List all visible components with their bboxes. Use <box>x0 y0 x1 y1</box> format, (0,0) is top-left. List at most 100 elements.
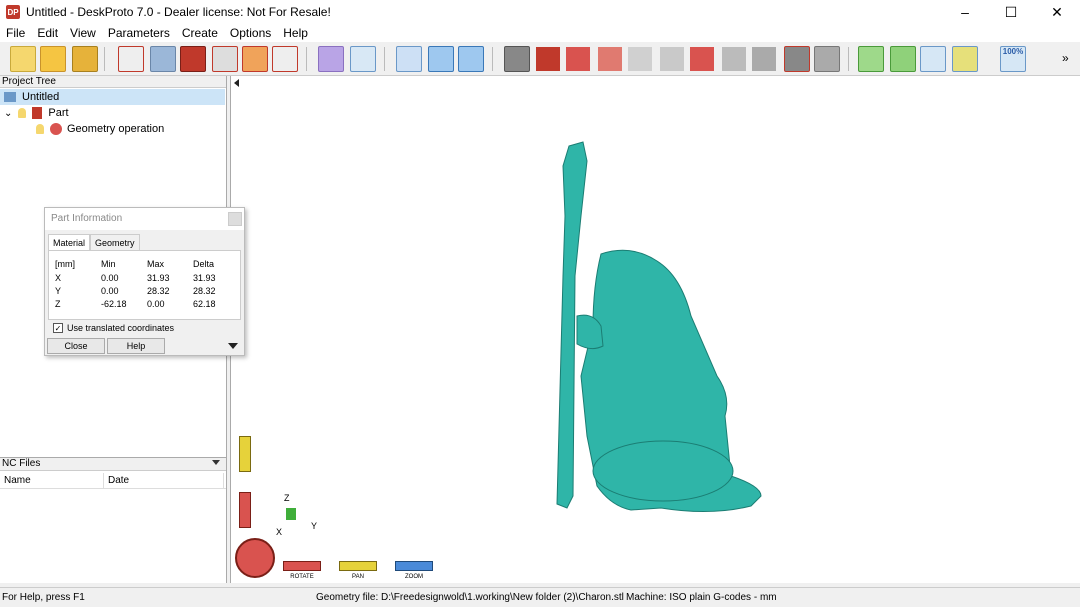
row-x-min: 0.00 <box>101 273 119 283</box>
charon-model <box>556 141 762 513</box>
3d-viewport[interactable]: Z Y X ROTATE PAN ZOOM <box>230 76 1080 583</box>
drawing-icon[interactable] <box>242 46 268 72</box>
camera-icon[interactable] <box>504 46 530 72</box>
project-icon <box>4 92 16 102</box>
nc-files-title: NC Files <box>2 458 41 469</box>
row-x-delta: 31.93 <box>193 273 216 283</box>
row-y-min: 0.00 <box>101 286 119 296</box>
help-button[interactable]: Help <box>107 338 165 354</box>
pan-wheel[interactable] <box>339 561 377 571</box>
axis-x-label: X <box>276 527 283 537</box>
view-iso2-icon[interactable] <box>752 47 776 71</box>
close-dialog-button[interactable]: Close <box>47 338 105 354</box>
view-print-icon[interactable] <box>814 46 840 72</box>
rotate-tool-icon[interactable] <box>858 46 884 72</box>
chevron-down-icon[interactable]: ⌄ <box>4 108 12 119</box>
row-y-axis: Y <box>55 286 62 296</box>
part-icon <box>32 107 43 119</box>
rotate-dial[interactable] <box>235 538 275 578</box>
row-z-axis: Z <box>55 299 61 309</box>
dialog-close-icon[interactable] <box>228 212 242 226</box>
dimension-table: [mm] Min Max Delta X 0.00 31.93 31.93 Y … <box>48 250 241 320</box>
view-front-icon[interactable] <box>536 47 560 71</box>
expand-dialog-icon[interactable] <box>228 343 238 349</box>
part-information-dialog: Part Information Material Geometry [mm] … <box>44 207 245 356</box>
inspect-icon[interactable] <box>350 46 376 72</box>
row-z-delta: 62.18 <box>193 299 216 309</box>
tab-geometry[interactable]: Geometry <box>90 234 140 250</box>
header-unit: [mm] <box>55 259 75 269</box>
nc-files-header: NC Files <box>0 457 226 471</box>
view-reset-icon[interactable] <box>784 46 810 72</box>
view-top-icon[interactable] <box>660 47 684 71</box>
status-geometry-file: Geometry file: D:\Freedesignwold\1.worki… <box>316 592 624 603</box>
nc-files-columns: Name Date <box>0 473 226 489</box>
menu-edit[interactable]: Edit <box>31 26 64 40</box>
translated-coordinates-label: Use translated coordinates <box>67 323 175 333</box>
window-layout-icon[interactable] <box>428 46 454 72</box>
nc-files-dropdown-icon[interactable] <box>212 460 220 465</box>
write-nc-icon[interactable] <box>272 46 298 72</box>
menu-file[interactable]: File <box>0 26 31 40</box>
rotate-label: ROTATE <box>290 574 314 580</box>
view-iso-icon[interactable] <box>722 47 746 71</box>
close-button[interactable]: ✕ <box>1034 0 1080 24</box>
lightbulb-icon[interactable] <box>36 124 44 134</box>
zoom-window-icon[interactable] <box>952 46 978 72</box>
row-z-min: -62.18 <box>101 299 127 309</box>
info-icon[interactable] <box>396 46 422 72</box>
status-machine: Machine: ISO plain G-codes - mm <box>626 592 777 603</box>
row-x-axis: X <box>55 273 62 283</box>
part-parameters-icon[interactable] <box>150 46 176 72</box>
tree-item-untitled[interactable]: Untitled <box>0 89 225 105</box>
simulation-icon[interactable] <box>318 46 344 72</box>
menu-help[interactable]: Help <box>277 26 314 40</box>
toolbar-overflow-button[interactable]: » <box>1062 51 1069 65</box>
maximize-button[interactable]: ☐ <box>988 0 1034 24</box>
menu-bar: File Edit View Parameters Create Options… <box>0 24 1080 42</box>
menu-create[interactable]: Create <box>176 26 224 40</box>
tree-item-operation[interactable]: Geometry operation <box>36 121 164 137</box>
rotate-wheel[interactable] <box>283 561 321 571</box>
zoom-wheel[interactable] <box>395 561 433 571</box>
operation-error-icon <box>50 123 62 135</box>
tilt-wheel[interactable] <box>239 492 251 528</box>
view-back-icon[interactable] <box>566 47 590 71</box>
zoom-label: ZOOM <box>405 574 423 580</box>
tree-item-part[interactable]: ⌄ Part <box>4 105 69 121</box>
status-help: For Help, press F1 <box>2 592 85 603</box>
tab-material[interactable]: Material <box>48 234 91 250</box>
translated-coordinates-option[interactable]: ✓ Use translated coordinates <box>53 323 174 333</box>
operation-icon[interactable] <box>180 46 206 72</box>
menu-options[interactable]: Options <box>224 26 277 40</box>
save-icon[interactable] <box>72 46 98 72</box>
open-folder-icon[interactable] <box>40 46 66 72</box>
view-right-icon[interactable] <box>628 47 652 71</box>
model-render <box>556 141 762 513</box>
header-max: Max <box>147 259 165 269</box>
pan-tool-icon[interactable] <box>890 46 916 72</box>
status-bar: For Help, press F1 Geometry file: D:\Fre… <box>0 587 1080 607</box>
view-bottom-icon[interactable] <box>690 47 714 71</box>
row-y-delta: 28.32 <box>193 286 216 296</box>
tree-item-operation-label: Geometry operation <box>67 123 165 135</box>
nc-column-name[interactable]: Name <box>0 473 104 488</box>
tree-item-untitled-label: Untitled <box>22 91 60 103</box>
menu-view[interactable]: View <box>64 26 102 40</box>
nc-column-date[interactable]: Date <box>104 473 224 488</box>
new-project-icon[interactable] <box>10 46 36 72</box>
translated-coordinates-checkbox[interactable]: ✓ <box>53 323 63 333</box>
axis-y-label: Y <box>311 521 318 531</box>
row-y-max: 28.32 <box>147 286 170 296</box>
minimize-button[interactable]: – <box>942 0 988 24</box>
view-settings-icon[interactable] <box>458 46 484 72</box>
dolly-wheel[interactable] <box>239 436 251 472</box>
view-left-icon[interactable] <box>598 47 622 71</box>
app-logo-icon: DP <box>6 5 20 19</box>
zoom-100-icon[interactable]: 100% <box>1000 46 1026 72</box>
load-part-icon[interactable] <box>118 46 144 72</box>
zoom-tool-icon[interactable] <box>920 46 946 72</box>
toolpath-icon[interactable] <box>212 46 238 72</box>
menu-parameters[interactable]: Parameters <box>102 26 176 40</box>
lightbulb-icon[interactable] <box>18 108 27 118</box>
